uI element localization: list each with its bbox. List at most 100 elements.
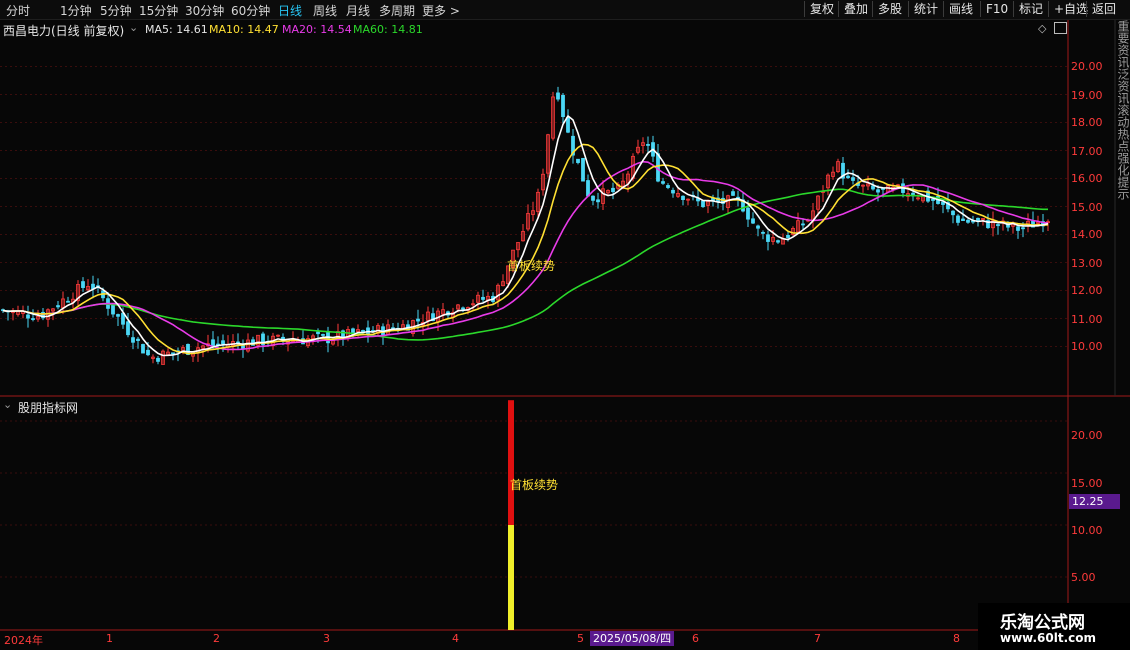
candle-body bbox=[1016, 226, 1020, 231]
candle-body bbox=[586, 180, 590, 197]
candle-body bbox=[361, 330, 365, 332]
candle-body bbox=[871, 185, 875, 190]
price-tick: 13.00 bbox=[1071, 257, 1103, 270]
price-tick: 16.00 bbox=[1071, 172, 1103, 185]
x-axis-label: 2 bbox=[213, 632, 220, 645]
candle-body bbox=[591, 195, 595, 201]
price-tick: 17.00 bbox=[1071, 145, 1103, 158]
candle-body bbox=[66, 300, 70, 303]
candle-body bbox=[136, 338, 140, 341]
candle-body bbox=[416, 318, 420, 322]
candle-body bbox=[211, 339, 215, 347]
x-axis-label: 8 bbox=[953, 632, 960, 645]
side-info-text[interactable]: 重要资讯泛资讯滚动热点强化提示 bbox=[1116, 20, 1130, 390]
price-tick: 10.00 bbox=[1071, 340, 1103, 353]
watermark-url: www.60lt.com bbox=[1000, 631, 1097, 645]
candlestick-series bbox=[1, 86, 1050, 365]
candle-body bbox=[81, 281, 85, 288]
x-axis-label: 7 bbox=[814, 632, 821, 645]
candle-body bbox=[941, 201, 945, 205]
grid-lines bbox=[0, 66, 1068, 578]
candle-body bbox=[931, 198, 935, 201]
candle-body bbox=[481, 296, 485, 300]
candle-body bbox=[876, 189, 880, 193]
candle-body bbox=[731, 191, 735, 196]
candle-body bbox=[766, 234, 770, 242]
candle-body bbox=[561, 94, 565, 118]
candle-body bbox=[801, 223, 805, 226]
x-axis-label: 6 bbox=[692, 632, 699, 645]
candle-body bbox=[786, 235, 790, 238]
candle-body bbox=[116, 314, 120, 317]
indicator-bar-upper bbox=[508, 400, 514, 525]
chevron-down-icon[interactable]: ⌄ bbox=[3, 398, 12, 411]
stock-chart-window: 分时 1分钟 5分钟 15分钟 30分钟 60分钟 日线 周线 月线 多周期 更… bbox=[0, 0, 1130, 650]
candle-body bbox=[111, 304, 115, 315]
candle-body bbox=[776, 240, 780, 243]
indicator-tick: 15.00 bbox=[1071, 477, 1103, 490]
candle-body bbox=[156, 357, 160, 362]
indicator-tick: 20.00 bbox=[1071, 429, 1103, 442]
candle-body bbox=[26, 314, 30, 319]
indicator-tick: 5.00 bbox=[1071, 571, 1096, 584]
watermark-title: 乐淘公式网 bbox=[1000, 613, 1085, 633]
candle-body bbox=[756, 225, 760, 229]
candle-body bbox=[996, 224, 1000, 227]
cursor-date-label: 2025/05/08/四 bbox=[590, 631, 675, 646]
candle-body bbox=[961, 218, 965, 222]
candle-body bbox=[141, 344, 145, 354]
indicator-current-value: 12.25 bbox=[1069, 494, 1120, 509]
candle-body bbox=[611, 187, 615, 192]
price-tick: 20.00 bbox=[1071, 60, 1103, 73]
candle-body bbox=[681, 195, 685, 200]
candle-body bbox=[671, 189, 675, 194]
candle-body bbox=[131, 337, 135, 343]
candle-body bbox=[31, 318, 35, 320]
candle-body bbox=[316, 331, 320, 335]
x-axis-label: 3 bbox=[323, 632, 330, 645]
candle-body bbox=[661, 181, 665, 184]
price-tick: 14.00 bbox=[1071, 228, 1103, 241]
candle-body bbox=[951, 210, 955, 216]
candle-body bbox=[976, 217, 980, 221]
candle-body bbox=[566, 117, 570, 133]
candle-body bbox=[221, 340, 225, 345]
price-tick: 15.00 bbox=[1071, 201, 1103, 214]
panel-frames bbox=[0, 20, 1130, 631]
x-axis-label: 1 bbox=[106, 632, 113, 645]
price-tick: 12.00 bbox=[1071, 284, 1103, 297]
x-axis-label: 4 bbox=[452, 632, 459, 645]
candle-body bbox=[581, 157, 585, 182]
candle-body bbox=[596, 199, 600, 203]
candle-body bbox=[646, 144, 650, 146]
candle-body bbox=[701, 200, 705, 208]
indicator-bar-lower bbox=[508, 525, 514, 630]
candle-body bbox=[461, 307, 465, 310]
x-axis-label: 2024年 bbox=[4, 634, 43, 647]
signal-annotation-indicator: 首板续势 bbox=[510, 478, 559, 492]
candle-body bbox=[171, 352, 175, 355]
candle-body bbox=[966, 219, 970, 223]
indicator-bar-group bbox=[508, 400, 514, 630]
candle-body bbox=[761, 231, 765, 234]
price-tick: 18.00 bbox=[1071, 116, 1103, 129]
candle-body bbox=[956, 215, 960, 223]
candle-body bbox=[146, 349, 150, 356]
candle-body bbox=[846, 175, 850, 179]
candle-body bbox=[56, 305, 60, 308]
candle-body bbox=[746, 207, 750, 220]
signal-annotation-main: 首板续势 bbox=[507, 259, 556, 273]
candle-body bbox=[556, 92, 560, 100]
candle-body bbox=[576, 158, 580, 163]
indicator-tick: 10.00 bbox=[1071, 524, 1103, 537]
candle-body bbox=[666, 185, 670, 188]
candle-body bbox=[851, 177, 855, 181]
candle-body bbox=[1021, 227, 1025, 230]
price-tick: 11.00 bbox=[1071, 313, 1103, 326]
candle-body bbox=[126, 321, 130, 336]
candle-body bbox=[321, 334, 325, 336]
watermark-logo: 乐淘公式网 www.60lt.com bbox=[978, 603, 1130, 650]
candle-body bbox=[751, 218, 755, 224]
chart-canvas bbox=[0, 20, 1130, 631]
x-axis-label: 5 bbox=[577, 632, 584, 645]
